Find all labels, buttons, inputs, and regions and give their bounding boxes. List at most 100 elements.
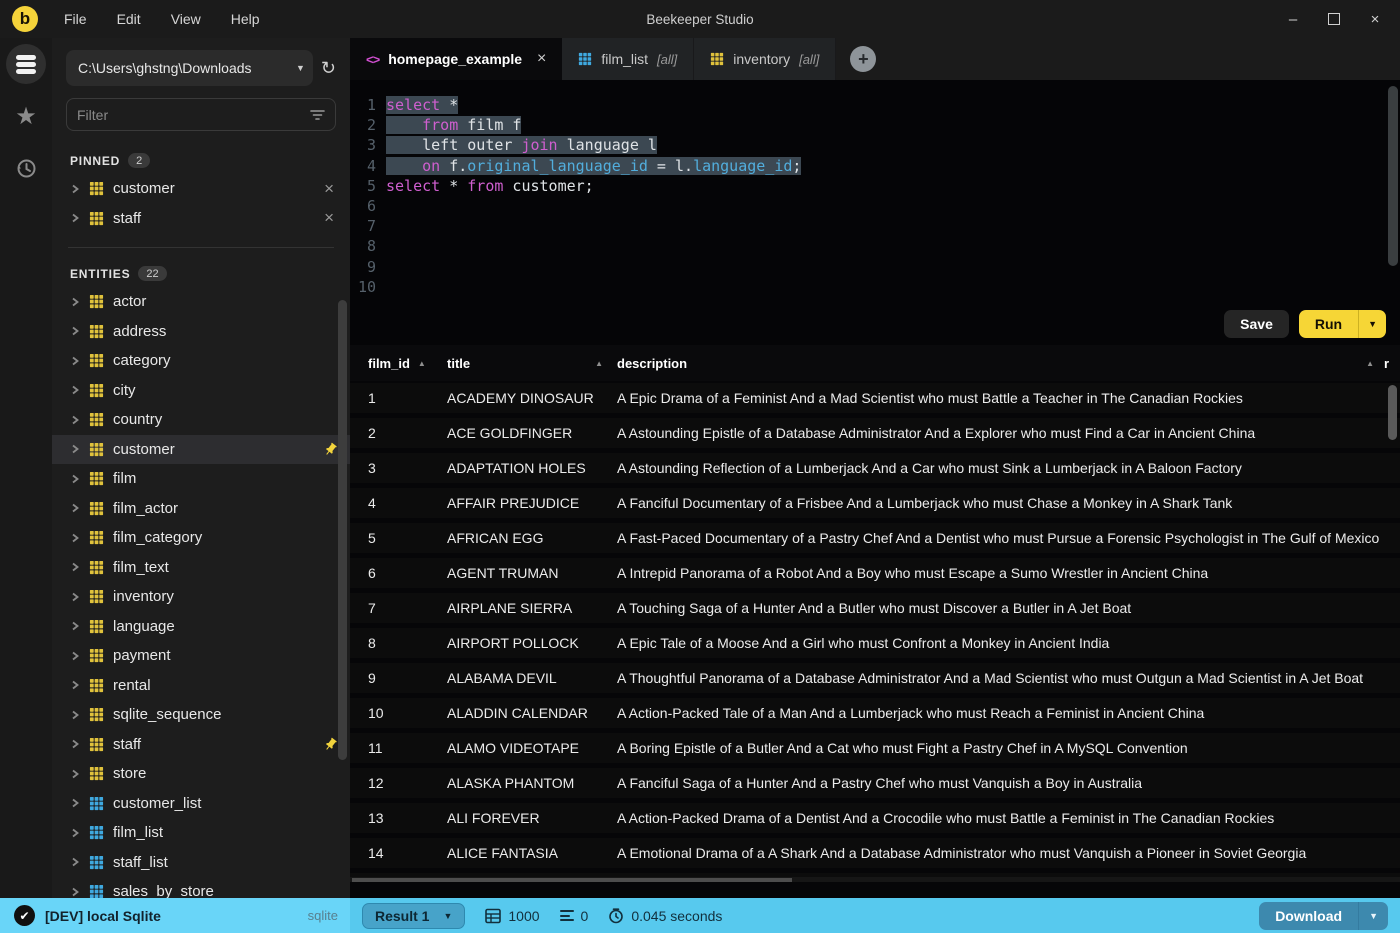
- minimize-icon[interactable]: –: [1284, 11, 1302, 28]
- chevron-right-icon[interactable]: [70, 502, 80, 514]
- unpin-close-icon[interactable]: ×: [320, 179, 338, 199]
- cell-description[interactable]: A Fast-Paced Documentary of a Pastry Che…: [617, 530, 1400, 546]
- table-row[interactable]: 3 ADAPTATION HOLES A Astounding Reflecti…: [350, 453, 1400, 483]
- run-button[interactable]: Run: [1299, 310, 1358, 338]
- column-header-next-truncated[interactable]: r: [1384, 356, 1400, 371]
- chevron-right-icon[interactable]: [70, 212, 80, 224]
- filter-icon[interactable]: [310, 109, 325, 121]
- chevron-right-icon[interactable]: [70, 532, 80, 544]
- cell-description[interactable]: A Intrepid Panorama of a Robot And a Boy…: [617, 565, 1400, 581]
- menu-edit[interactable]: Edit: [117, 11, 141, 27]
- cell-description[interactable]: A Epic Drama of a Feminist And a Mad Sci…: [617, 390, 1400, 406]
- chevron-right-icon[interactable]: [70, 384, 80, 396]
- sort-asc-icon[interactable]: ▲: [1366, 359, 1374, 368]
- close-icon[interactable]: ×: [1366, 11, 1384, 28]
- cell-title[interactable]: ACE GOLDFINGER: [447, 425, 617, 441]
- cell-film-id[interactable]: 7: [350, 600, 447, 616]
- code-line-7[interactable]: 7: [350, 216, 801, 236]
- code-line-4[interactable]: 4 on f.original_language_id = l.language…: [350, 156, 802, 176]
- pinned-item-customer[interactable]: customer ×: [52, 174, 350, 204]
- code-line-9[interactable]: 9: [350, 257, 801, 277]
- menu-view[interactable]: View: [171, 11, 201, 27]
- table-row[interactable]: 10 ALADDIN CALENDAR A Action-Packed Tale…: [350, 698, 1400, 728]
- table-row[interactable]: 11 ALAMO VIDEOTAPE A Boring Epistle of a…: [350, 733, 1400, 763]
- code-line-8[interactable]: 8: [350, 236, 801, 256]
- download-button[interactable]: Download: [1259, 902, 1358, 930]
- code-line-5[interactable]: 5 select * from customer;: [350, 176, 801, 196]
- cell-description[interactable]: A Emotional Drama of a A Shark And a Dat…: [617, 845, 1400, 861]
- download-options-caret[interactable]: ▼: [1358, 901, 1388, 930]
- rail-favorites[interactable]: ★: [0, 90, 52, 142]
- entity-item-sales_by_store[interactable]: sales_by_store: [52, 877, 350, 898]
- editor-scrollbar[interactable]: [1388, 86, 1398, 266]
- table-row[interactable]: 2 ACE GOLDFINGER A Astounding Epistle of…: [350, 418, 1400, 448]
- chevron-right-icon[interactable]: [70, 827, 80, 839]
- cell-film-id[interactable]: 3: [350, 460, 447, 476]
- rail-history[interactable]: [0, 142, 52, 194]
- cell-description[interactable]: A Action-Packed Drama of a Dentist And a…: [617, 810, 1400, 826]
- tab-homepage_example[interactable]: <> homepage_example ×: [350, 38, 563, 80]
- cell-description[interactable]: A Thoughtful Panorama of a Database Admi…: [617, 670, 1400, 686]
- cell-title[interactable]: ALAMO VIDEOTAPE: [447, 740, 617, 756]
- horizontal-scroll-thumb[interactable]: [352, 878, 792, 882]
- entity-item-store[interactable]: store: [52, 759, 350, 789]
- cell-film-id[interactable]: 5: [350, 530, 447, 546]
- cell-title[interactable]: ACADEMY DINOSAUR: [447, 390, 617, 406]
- result-selector[interactable]: Result 1 ▼: [362, 902, 466, 929]
- column-header-film-id[interactable]: film_id ▲: [350, 356, 447, 371]
- table-row[interactable]: 14 ALICE FANTASIA A Emotional Drama of a…: [350, 838, 1400, 868]
- cell-description[interactable]: A Fanciful Documentary of a Frisbee And …: [617, 495, 1400, 511]
- sort-asc-icon[interactable]: ▲: [595, 359, 603, 368]
- cell-film-id[interactable]: 11: [350, 740, 447, 756]
- chevron-right-icon[interactable]: [70, 443, 80, 455]
- entity-item-country[interactable]: country: [52, 405, 350, 435]
- filter-input[interactable]: [77, 106, 302, 123]
- chevron-right-icon[interactable]: [70, 768, 80, 780]
- menu-help[interactable]: Help: [231, 11, 260, 27]
- code-line-1[interactable]: 1 select *: [350, 95, 801, 115]
- maximize-icon[interactable]: [1328, 13, 1340, 25]
- table-row[interactable]: 7 AIRPLANE SIERRA A Touching Saga of a H…: [350, 593, 1400, 623]
- pinned-item-staff[interactable]: staff ×: [52, 204, 350, 234]
- new-tab-button[interactable]: +: [850, 46, 877, 72]
- menu-file[interactable]: File: [64, 11, 87, 27]
- code-line-2[interactable]: 2 from film f: [350, 115, 801, 135]
- cell-film-id[interactable]: 13: [350, 810, 447, 826]
- entity-item-customer_list[interactable]: customer_list: [52, 789, 350, 819]
- chevron-right-icon[interactable]: [70, 709, 80, 721]
- entity-item-rental[interactable]: rental: [52, 671, 350, 701]
- column-header-description[interactable]: description ▲: [617, 356, 1384, 371]
- entity-item-film_text[interactable]: film_text: [52, 553, 350, 583]
- cell-description[interactable]: A Action-Packed Tale of a Man And a Lumb…: [617, 705, 1400, 721]
- results-horizontal-scrollbar[interactable]: [350, 877, 1400, 882]
- table-row[interactable]: 5 AFRICAN EGG A Fast-Paced Documentary o…: [350, 523, 1400, 553]
- chevron-right-icon[interactable]: [70, 886, 80, 898]
- cell-description[interactable]: A Epic Tale of a Moose And a Girl who mu…: [617, 635, 1400, 651]
- chevron-right-icon[interactable]: [70, 473, 80, 485]
- cell-film-id[interactable]: 1: [350, 390, 447, 406]
- chevron-right-icon[interactable]: [70, 679, 80, 691]
- tab-film_list[interactable]: film_list [all]: [562, 38, 695, 80]
- table-row[interactable]: 4 AFFAIR PREJUDICE A Fanciful Documentar…: [350, 488, 1400, 518]
- cell-title[interactable]: AFFAIR PREJUDICE: [447, 495, 617, 511]
- cell-description[interactable]: A Astounding Reflection of a Lumberjack …: [617, 460, 1400, 476]
- cell-description[interactable]: A Fanciful Saga of a Hunter And a Pastry…: [617, 775, 1400, 791]
- entity-item-customer[interactable]: customer: [52, 434, 350, 464]
- code-line-6[interactable]: 6: [350, 196, 801, 216]
- entity-item-film_category[interactable]: film_category: [52, 523, 350, 553]
- cell-film-id[interactable]: 2: [350, 425, 447, 441]
- tab-inventory[interactable]: inventory [all]: [694, 38, 837, 80]
- cell-film-id[interactable]: 14: [350, 845, 447, 861]
- entity-item-inventory[interactable]: inventory: [52, 582, 350, 612]
- cell-title[interactable]: AGENT TRUMAN: [447, 565, 617, 581]
- cell-title[interactable]: AFRICAN EGG: [447, 530, 617, 546]
- cell-film-id[interactable]: 10: [350, 705, 447, 721]
- chevron-right-icon[interactable]: [70, 414, 80, 426]
- entity-item-payment[interactable]: payment: [52, 641, 350, 671]
- chevron-right-icon[interactable]: [70, 355, 80, 367]
- table-row[interactable]: 9 ALABAMA DEVIL A Thoughtful Panorama of…: [350, 663, 1400, 693]
- cell-description[interactable]: A Astounding Epistle of a Database Admin…: [617, 425, 1400, 441]
- code-line-3[interactable]: 3 left outer join language l: [350, 135, 801, 155]
- connection-select[interactable]: C:\Users\ghstng\Downloads ▼: [66, 50, 313, 86]
- cell-film-id[interactable]: 12: [350, 775, 447, 791]
